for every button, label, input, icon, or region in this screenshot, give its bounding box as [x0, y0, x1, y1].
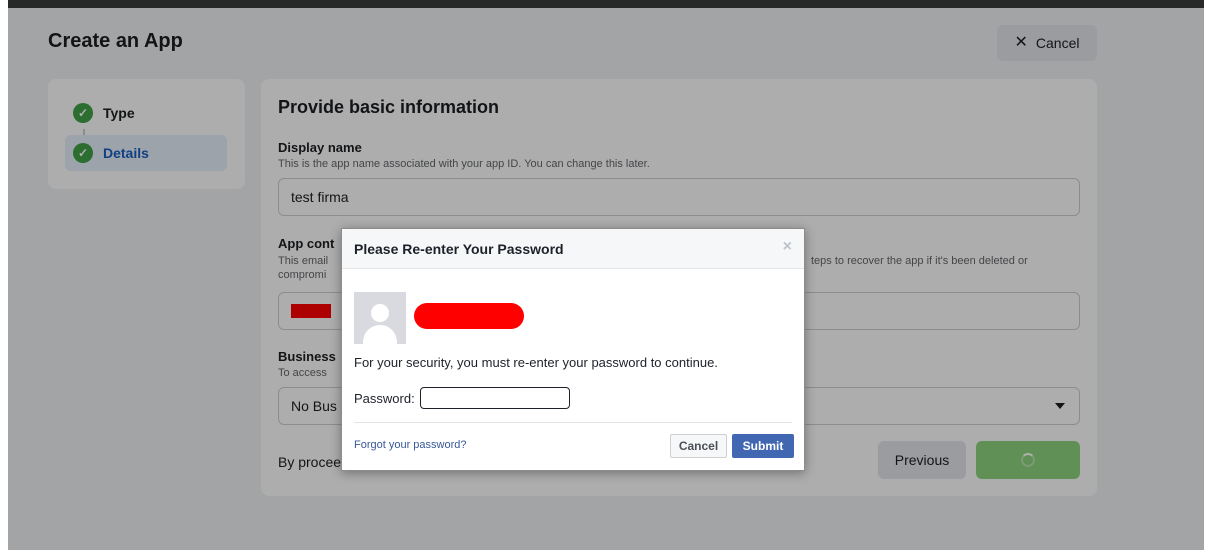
reenter-password-dialog: Please Re-enter Your Password × For your… — [341, 228, 805, 471]
password-label: Password: — [354, 390, 415, 406]
password-input[interactable] — [419, 387, 570, 409]
close-icon[interactable]: × — [783, 239, 792, 255]
password-row: Password: — [354, 387, 570, 409]
forgot-password-link[interactable]: Forgot your password? — [354, 439, 467, 451]
dialog-cancel-button[interactable]: Cancel — [670, 434, 727, 458]
avatar-head — [371, 304, 389, 322]
submit-button[interactable]: Submit — [732, 434, 794, 458]
avatar — [354, 292, 406, 344]
app-screen: Create an App ✕ Cancel ✓ Type ✓ Details … — [8, 0, 1204, 550]
avatar-body — [363, 325, 397, 344]
dialog-header: Please Re-enter Your Password × — [342, 229, 804, 269]
dialog-divider — [354, 422, 792, 423]
dialog-title: Please Re-enter Your Password — [354, 240, 564, 257]
redacted-username — [414, 303, 524, 329]
security-message: For your security, you must re-enter you… — [354, 355, 718, 370]
